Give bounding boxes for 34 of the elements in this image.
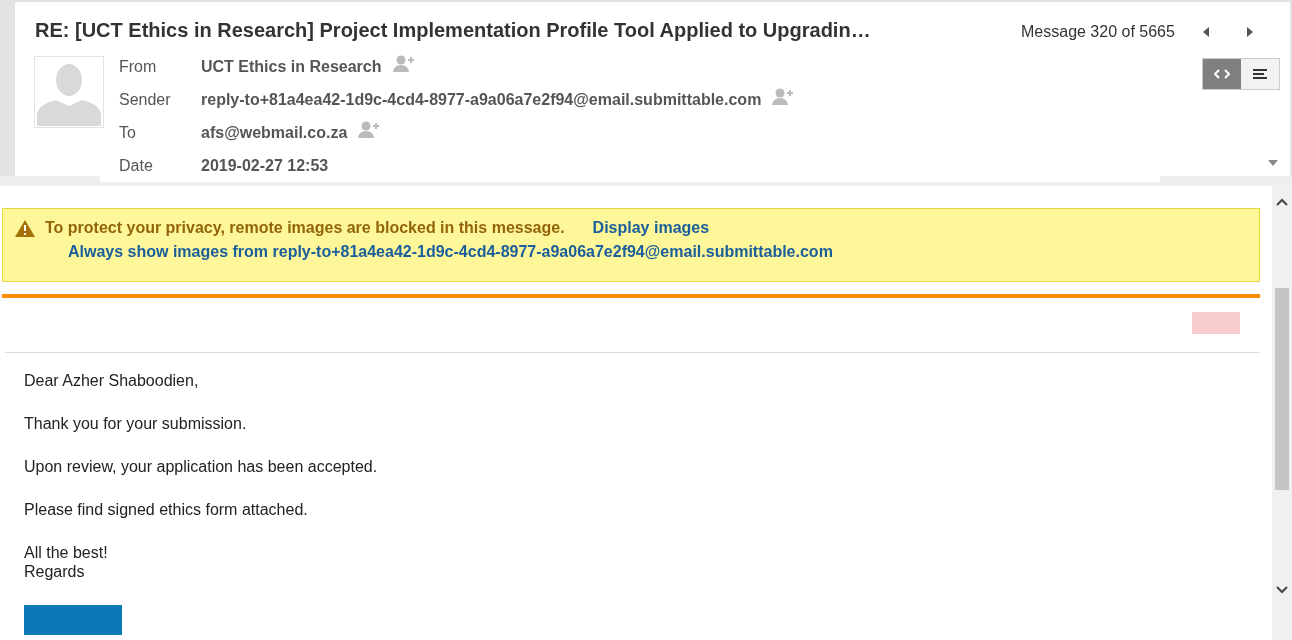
add-contact-icon[interactable] [772, 87, 795, 106]
always-show-images-link[interactable]: Always show images from reply-to+81a4ea42-1d9c-4cd4-8977-a9a06a7e2f94@email.submittable.com [68, 243, 833, 261]
field-label: To [119, 123, 137, 142]
scroll-down-icon[interactable] [1276, 586, 1288, 594]
body-text: Please find signed ethics form attached. [24, 500, 309, 519]
code-icon [1214, 69, 1230, 79]
expand-caret-icon[interactable] [1268, 160, 1278, 166]
body-text: Upon review, your application has been accepted. [24, 457, 379, 476]
field-value: UCT Ethics in Research [201, 57, 382, 76]
email-subject: RE: [UCT Ethics in Research] Project Implementation Profile Tool Applied to Upgradin… [35, 18, 872, 42]
field-value: reply-to+81a4ea42-1d9c-4cd4-8977-a9a06a7e2f94@email.submittable.com [201, 90, 762, 109]
scrollbar[interactable] [1272, 186, 1292, 640]
add-contact-icon[interactable] [392, 54, 415, 73]
body-text: Regards [24, 562, 86, 581]
message-counter: Message 320 of 5665 [1021, 23, 1175, 41]
lines-icon [1253, 69, 1267, 79]
next-icon[interactable] [1244, 26, 1255, 38]
body-text: All the best! [24, 543, 109, 562]
scroll-up-icon[interactable] [1276, 198, 1288, 206]
display-images-link[interactable]: Display images [592, 219, 710, 237]
scrollbar-thumb[interactable] [1275, 288, 1289, 490]
text-view-button[interactable] [1241, 59, 1279, 89]
field-label: From [119, 57, 158, 76]
privacy-message: To protect your privacy, remote images are blocked in this message. [45, 219, 565, 237]
body-text: Thank you for your submission. [24, 414, 248, 433]
image-placeholder [1192, 312, 1240, 334]
body-text: Dear Azher Shaboodien, [24, 371, 200, 390]
field-value: afs@webmail.co.za [201, 123, 348, 142]
avatar-icon [34, 56, 104, 128]
add-contact-icon[interactable] [358, 120, 381, 139]
field-value: 2019-02-27 12:53 [201, 156, 329, 175]
field-label: Sender [119, 90, 172, 109]
warning-icon [15, 219, 35, 237]
field-label: Date [119, 156, 154, 175]
